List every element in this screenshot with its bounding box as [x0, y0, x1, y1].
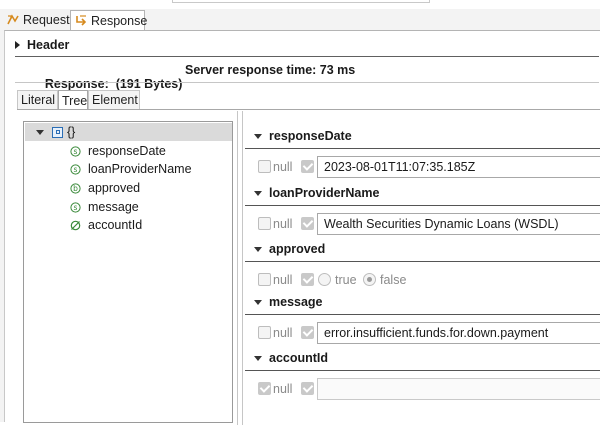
- field-row-accountId: null: [245, 376, 600, 402]
- tab-request-label: Request: [23, 13, 70, 27]
- section-divider: [245, 261, 600, 262]
- top-strip: [0, 0, 600, 9]
- server-response-time: Server response time: 73 ms: [185, 63, 356, 77]
- section-divider: [245, 370, 600, 371]
- tab-request[interactable]: Request: [3, 10, 70, 30]
- editor-area: Request Response Header Response: (191 B…: [0, 9, 600, 425]
- split-divider[interactable]: [237, 111, 243, 425]
- tree-item-label: approved: [88, 181, 141, 195]
- section-title: responseDate: [269, 129, 352, 143]
- section-divider: [245, 148, 600, 149]
- false-radio[interactable]: [363, 273, 376, 286]
- field-row-loanProviderName: null Wealth Securities Dynamic Loans (WS…: [245, 210, 600, 236]
- response-size: Response: (191 Bytes): [44, 77, 183, 91]
- response-content: Header Response: (191 Bytes) Server resp…: [4, 30, 600, 425]
- section-title: message: [269, 295, 323, 309]
- section-title: approved: [269, 242, 326, 256]
- section-divider: [245, 314, 600, 315]
- response-icon: [74, 14, 88, 28]
- tree-item-label: message: [88, 200, 139, 214]
- null-checkbox[interactable]: [258, 217, 271, 230]
- true-radio[interactable]: [318, 273, 331, 286]
- string-icon: s: [70, 163, 81, 175]
- boolean-icon: b: [70, 182, 81, 194]
- tree-item-label: responseDate: [88, 144, 166, 158]
- field-row-approved: null true false: [245, 267, 600, 293]
- string-icon: s: [70, 201, 81, 213]
- svg-text:s: s: [74, 165, 78, 174]
- null-checkbox[interactable]: [258, 160, 271, 173]
- tree-root-node[interactable]: {}: [25, 123, 232, 141]
- chevron-down-icon[interactable]: [254, 355, 262, 361]
- tab-tree[interactable]: Tree: [58, 90, 88, 110]
- chevron-down-icon[interactable]: [254, 246, 262, 252]
- section-responseDate[interactable]: responseDate: [245, 125, 600, 147]
- svg-text:b: b: [73, 184, 78, 193]
- field-detail-panel: responseDate null 2023-08-01T11:07:35.18…: [245, 111, 600, 425]
- tree-item-approved[interactable]: b approved: [70, 179, 140, 197]
- true-label: true: [335, 273, 357, 287]
- null-checkbox[interactable]: [258, 273, 271, 286]
- json-tree[interactable]: {} s responseDate s loanProviderName b a…: [23, 121, 233, 423]
- tree-item-message[interactable]: s message: [70, 198, 139, 216]
- loanProviderName-value-input[interactable]: Wealth Securities Dynamic Loans (WSDL): [317, 213, 600, 235]
- top-field: [172, 0, 430, 3]
- svg-text:s: s: [74, 147, 78, 156]
- header-label: Header: [27, 38, 70, 52]
- tab-tree-label: Tree: [62, 93, 88, 108]
- tree-item-accountId[interactable]: accountId: [70, 216, 142, 234]
- include-checkbox[interactable]: [301, 382, 314, 395]
- tree-item-loanProviderName[interactable]: s loanProviderName: [70, 160, 192, 178]
- tree-root-label: {}: [67, 125, 76, 139]
- tree-item-responseDate[interactable]: s responseDate: [70, 142, 166, 160]
- include-checkbox[interactable]: [301, 273, 314, 286]
- svg-text:s: s: [74, 203, 78, 212]
- section-loanProviderName[interactable]: loanProviderName: [245, 182, 600, 204]
- message-value-input[interactable]: error.insufficient.funds.for.down.paymen…: [317, 322, 600, 344]
- tree-item-label: loanProviderName: [88, 162, 192, 176]
- null-checkbox[interactable]: [258, 326, 271, 339]
- null-label: null: [273, 160, 293, 174]
- tab-literal-label: Literal: [21, 93, 56, 107]
- tab-literal[interactable]: Literal: [17, 90, 58, 109]
- chevron-down-icon[interactable]: [254, 299, 262, 305]
- tab-element-label: Element: [92, 93, 138, 107]
- field-row-message: null error.insufficient.funds.for.down.p…: [245, 319, 600, 345]
- object-icon: [52, 126, 63, 138]
- null-label: null: [273, 217, 293, 231]
- responseDate-value-input[interactable]: 2023-08-01T11:07:35.185Z: [317, 156, 600, 178]
- null-label: null: [273, 273, 293, 287]
- tree-item-label: accountId: [88, 218, 143, 232]
- string-icon: s: [70, 145, 81, 157]
- tab-response[interactable]: Response: [70, 10, 148, 31]
- section-message[interactable]: message: [245, 291, 600, 313]
- request-icon: [6, 13, 20, 27]
- null-checkbox[interactable]: [258, 382, 271, 395]
- chevron-down-icon[interactable]: [36, 129, 44, 135]
- header-divider: [15, 56, 599, 57]
- section-title: accountId: [269, 351, 329, 365]
- tab-element[interactable]: Element: [88, 90, 140, 109]
- chevron-down-icon[interactable]: [254, 190, 262, 196]
- include-checkbox[interactable]: [301, 160, 314, 173]
- accountId-value-input[interactable]: [317, 378, 600, 400]
- include-checkbox[interactable]: [301, 326, 314, 339]
- section-divider: [245, 205, 600, 206]
- false-label: false: [380, 273, 407, 287]
- header-section-toggle[interactable]: Header: [15, 38, 69, 52]
- info-divider: [15, 82, 599, 83]
- field-row-responseDate: null 2023-08-01T11:07:35.185Z: [245, 154, 600, 180]
- chevron-down-icon[interactable]: [254, 133, 262, 139]
- null-icon: [70, 220, 81, 230]
- chevron-right-icon: [15, 41, 20, 49]
- section-title: loanProviderName: [269, 186, 380, 200]
- null-label: null: [273, 326, 293, 340]
- null-label: null: [273, 382, 293, 396]
- include-checkbox[interactable]: [301, 217, 314, 230]
- section-approved[interactable]: approved: [245, 238, 600, 260]
- section-accountId[interactable]: accountId: [245, 347, 600, 369]
- tab-response-label: Response: [91, 14, 148, 28]
